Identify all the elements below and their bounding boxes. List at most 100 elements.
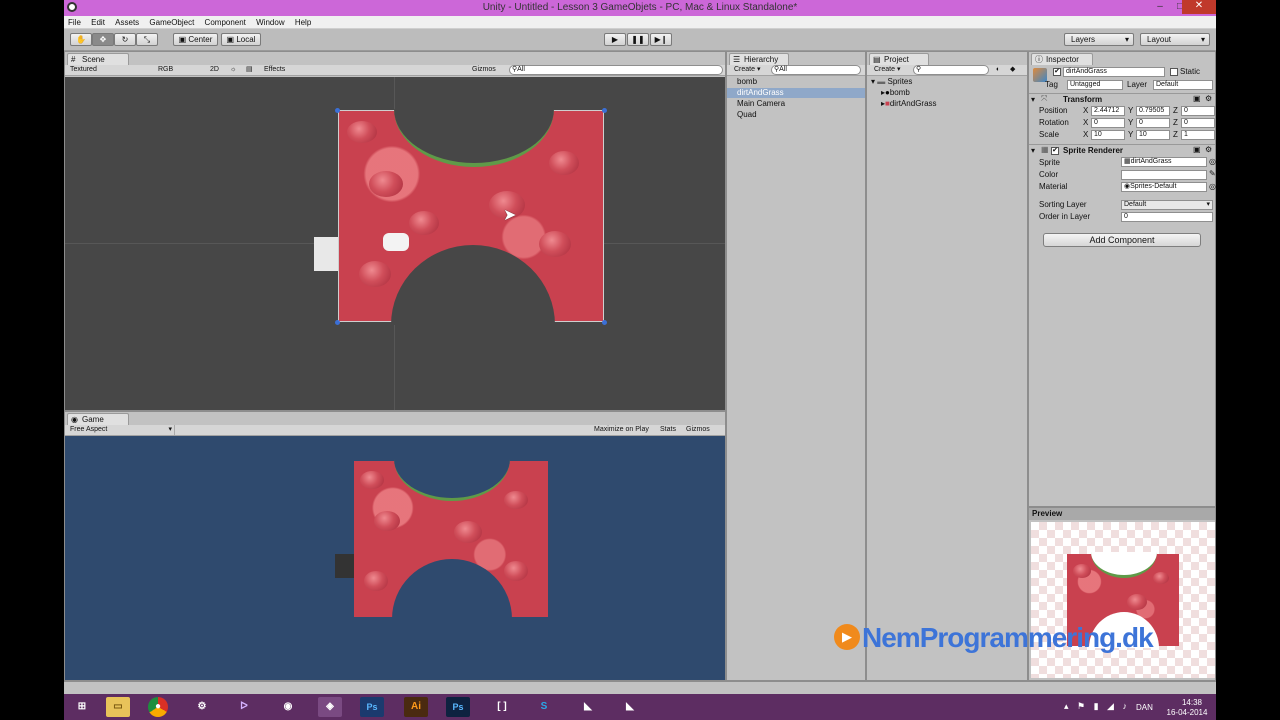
project-item-dirtandgrass[interactable]: ▸■dirtAndGrass [867,99,937,109]
hierarchy-item-bomb[interactable]: bomb [727,77,865,87]
color-mode-dropdown[interactable]: RGB [155,65,205,75]
filter-type-icon[interactable]: ◐ [993,65,1003,75]
scale-x-field[interactable]: 10 [1091,130,1125,140]
explorer-icon[interactable]: ▭ [106,697,130,717]
gear-icon[interactable]: ⚙ [1205,94,1212,103]
menu-edit[interactable]: Edit [87,16,109,27]
camera-gizmo-icon[interactable] [383,233,409,251]
brackets-icon[interactable]: [ ] [490,697,514,717]
sprite-renderer-checkbox[interactable]: ✔ [1051,147,1059,155]
position-x-field[interactable]: 2.44712 [1091,106,1125,116]
help-icon[interactable]: ▣ [1193,145,1201,154]
material-field[interactable]: ◉Sprites-Default [1121,182,1207,192]
sprite-field[interactable]: ▦dirtAndGrass [1121,157,1207,167]
step-button[interactable]: ▶❙ [650,33,672,46]
hierarchy-item-dirtandgrass[interactable]: dirtAndGrass [727,88,865,98]
layout-dropdown[interactable]: Layout ▾ [1140,33,1210,46]
tag-dropdown[interactable]: Untagged [1067,80,1123,90]
illustrator-icon[interactable]: Ai [404,697,428,717]
selection-handle[interactable] [335,108,340,113]
selection-handle[interactable] [335,320,340,325]
transform-header[interactable]: ▾ ⤧ Transform ▣ ⚙ [1029,93,1215,105]
hierarchy-create-dropdown[interactable]: Create ▾ [731,65,767,75]
static-checkbox[interactable] [1170,68,1178,76]
hand-tool-button[interactable]: ✋ [70,33,92,46]
eyedropper-icon[interactable]: ✎ [1209,169,1216,178]
tab-scene[interactable]: # Scene [67,53,129,65]
order-in-layer-field[interactable]: 0 [1121,212,1213,222]
help-icon[interactable]: ▣ [1193,94,1201,103]
scene-viewport[interactable]: ➤ [65,77,725,410]
position-y-field[interactable]: 0.79505 [1136,106,1170,116]
game-viewport[interactable] [65,436,725,680]
quad-object[interactable] [314,237,338,271]
pause-button[interactable]: ❚❚ [627,33,649,46]
play-button[interactable]: ▶ [604,33,626,46]
tray-icons[interactable]: ▴ ⚑ ▮ ◢ ♪ [1064,701,1130,712]
effects-dropdown[interactable]: Effects [261,65,297,75]
sprite-renderer-header[interactable]: ▾ ▦ ✔ Sprite Renderer ▣ ⚙ [1029,144,1215,156]
visual-studio-icon[interactable]: ᐅ [232,697,256,717]
rotation-x-field[interactable]: 0 [1091,118,1125,128]
close-button[interactable]: ✕ [1182,0,1216,14]
language-indicator[interactable]: DAN [1136,703,1153,712]
hierarchy-item-main-camera[interactable]: Main Camera [727,99,865,109]
scene-sprite-dirtandgrass[interactable] [338,109,604,325]
menu-assets[interactable]: Assets [111,16,143,27]
selection-handle[interactable] [602,320,607,325]
active-checkbox[interactable]: ✔ [1053,68,1061,76]
lighting-toggle[interactable]: ☼ [227,65,237,75]
project-create-dropdown[interactable]: Create ▾ [871,65,907,75]
render-mode-dropdown[interactable]: Textured [67,65,151,75]
rotation-z-field[interactable]: 0 [1181,118,1215,128]
sorting-layer-dropdown[interactable]: Default ▾ [1121,200,1213,210]
color-field[interactable] [1121,170,1207,180]
menu-gameobject[interactable]: GameObject [145,16,198,27]
project-item-bomb[interactable]: ▸●bomb [867,88,910,98]
hierarchy-item-quad[interactable]: Quad [727,110,865,120]
filter-label-icon[interactable]: ◆ [1007,65,1017,75]
inkscape-icon[interactable]: ◣ [576,697,600,717]
aspect-dropdown[interactable]: Free Aspect ▾ [67,425,175,435]
audio-toggle[interactable]: ▤ [243,65,253,75]
windows-start-icon[interactable]: ⊞ [70,697,94,717]
minimize-button[interactable]: – [1150,1,1170,12]
object-picker-icon[interactable]: ◎ [1209,157,1216,166]
selection-handle[interactable] [602,108,607,113]
menu-help[interactable]: Help [291,16,315,27]
rotate-tool-button[interactable]: ↻ [114,33,136,46]
position-z-field[interactable]: 0 [1181,106,1215,116]
gizmos-dropdown[interactable]: Gizmos [469,65,501,75]
gear-icon[interactable]: ⚙ [1205,145,1212,154]
tab-game[interactable]: ◉ Game [67,413,129,425]
rotation-y-field[interactable]: 0 [1136,118,1170,128]
add-component-button[interactable]: Add Component [1043,233,1201,247]
menu-file[interactable]: File [64,16,85,27]
object-name-field[interactable]: dirtAndGrass [1063,67,1165,77]
obs-icon[interactable]: ◉ [276,697,300,717]
photoshop-icon-2[interactable]: Ps [446,697,470,717]
menu-component[interactable]: Component [201,16,250,27]
project-folder-sprites[interactable]: ▾ ▬ Sprites [867,77,912,87]
scene-search-input[interactable]: ⚲All [509,65,723,75]
hierarchy-search-input[interactable]: ⚲All [771,65,861,75]
maximize-on-play-toggle[interactable]: Maximize on Play [591,425,653,435]
layer-dropdown[interactable]: Default [1153,80,1213,90]
unity-icon[interactable]: ◈ [318,697,342,717]
pivot-center-button[interactable]: ▣ Center [173,33,218,46]
steam-icon[interactable]: ⚙ [190,697,214,717]
tab-hierarchy[interactable]: ☰ Hierarchy [729,53,789,65]
move-tool-button[interactable]: ✥ [92,33,114,46]
object-picker-icon[interactable]: ◎ [1209,182,1216,191]
game-gizmos-dropdown[interactable]: Gizmos [683,425,719,435]
clock-date[interactable]: 16-04-2014 [1162,708,1212,717]
project-search-input[interactable]: ⚲ [913,65,989,75]
scale-tool-button[interactable]: ⤡ [136,33,158,46]
scale-y-field[interactable]: 10 [1136,130,1170,140]
tab-project[interactable]: ▤ Project [869,53,929,65]
menu-window[interactable]: Window [252,16,288,27]
chrome-icon[interactable]: ● [148,697,168,717]
space-local-button[interactable]: ▣ Local [221,33,261,46]
clock-time[interactable]: 14:38 [1172,698,1212,707]
stats-toggle[interactable]: Stats [657,425,679,435]
